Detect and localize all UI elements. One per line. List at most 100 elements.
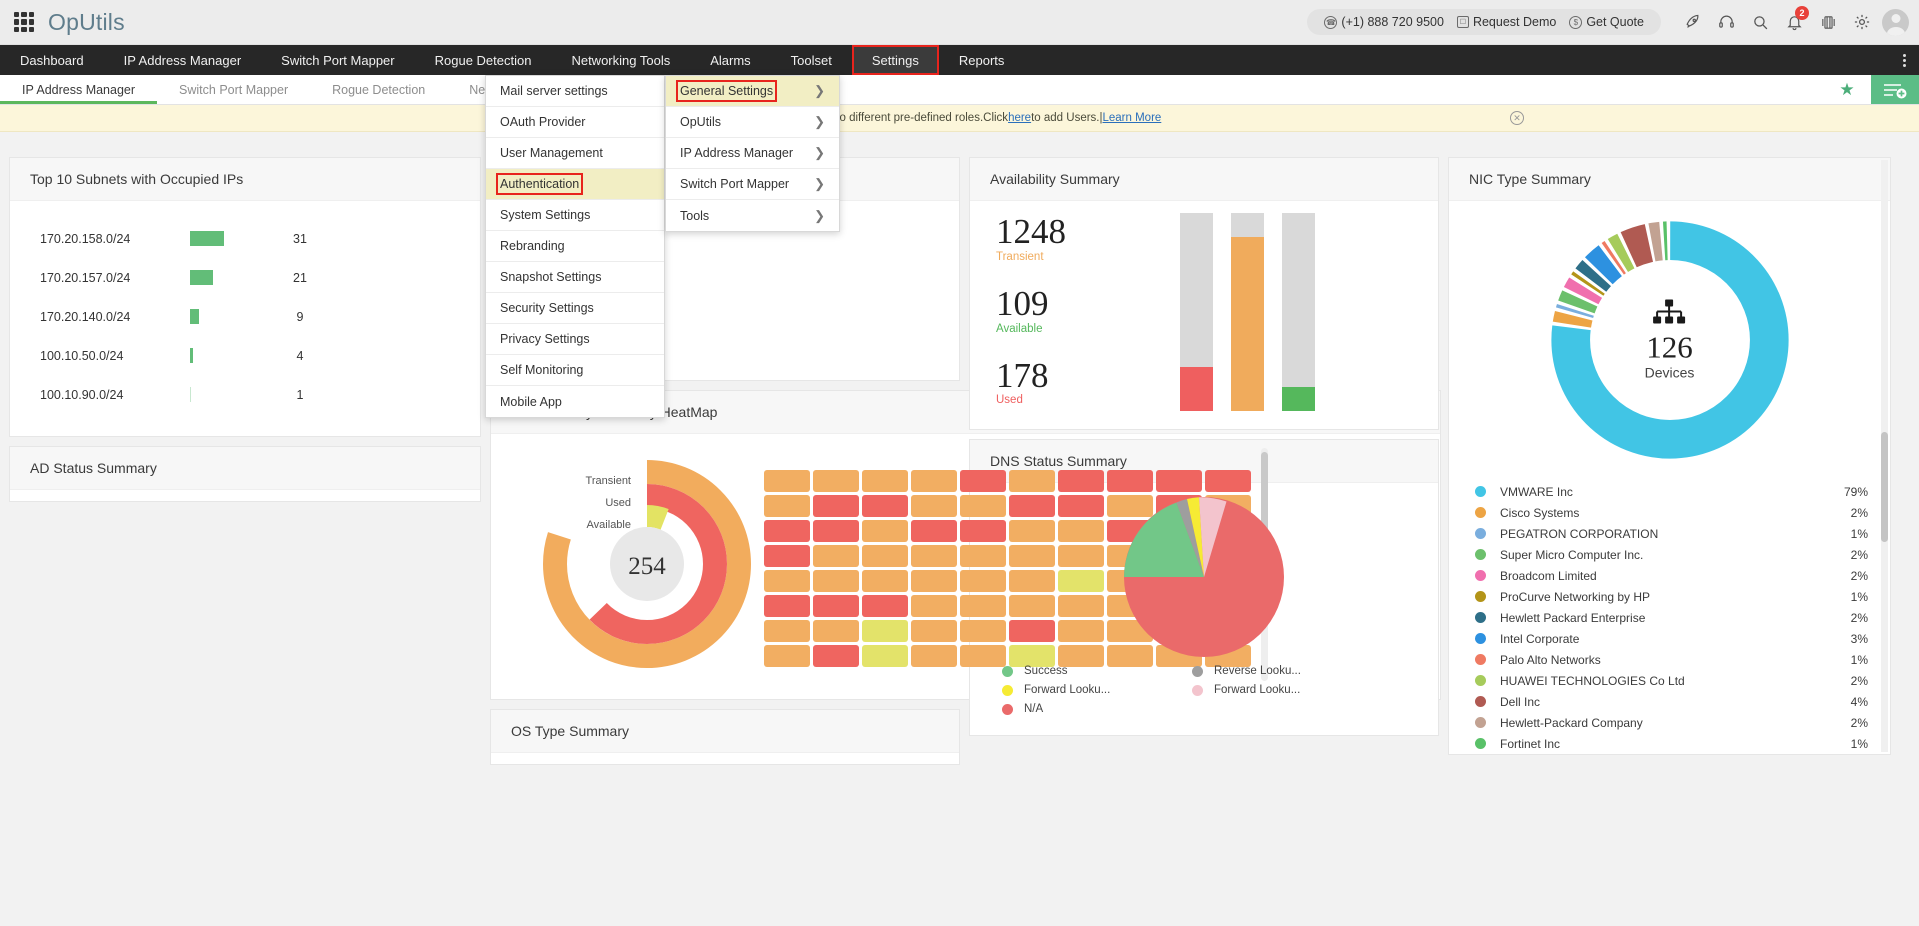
menu-item-system-settings[interactable]: System Settings xyxy=(486,200,664,231)
heatmap-cell[interactable] xyxy=(764,520,810,542)
submenu-item-oputils[interactable]: OpUtils ❯ xyxy=(666,107,839,138)
heatmap-cell[interactable] xyxy=(764,495,810,517)
nav-item-dashboard[interactable]: Dashboard xyxy=(0,45,104,75)
heatmap-cell[interactable] xyxy=(813,620,859,642)
heatmap-cell[interactable] xyxy=(813,595,859,617)
menu-item-authentication[interactable]: Authentication xyxy=(486,169,664,200)
heatmap-cell[interactable] xyxy=(813,495,859,517)
nav-item-networking-tools[interactable]: Networking Tools xyxy=(551,45,690,75)
heatmap-cell[interactable] xyxy=(911,595,957,617)
list-item[interactable]: PEGATRON CORPORATION 1% xyxy=(1449,523,1890,544)
apps-grid-icon[interactable] xyxy=(14,12,34,32)
close-banner-icon[interactable]: ✕ xyxy=(1510,111,1524,125)
heatmap-cell[interactable] xyxy=(764,620,810,642)
table-row[interactable]: 100.10.50.0/24 4 xyxy=(10,336,480,375)
submenu-item-general-settings[interactable]: General Settings ❯ xyxy=(666,76,839,107)
bar-available[interactable] xyxy=(1282,213,1315,411)
menu-item-user-management[interactable]: User Management xyxy=(486,138,664,169)
submenu-item-tools[interactable]: Tools ❯ xyxy=(666,200,839,231)
heatmap-cell[interactable] xyxy=(862,470,908,492)
list-item[interactable]: HUAWEI TECHNOLOGIES Co Ltd 2% xyxy=(1449,670,1890,691)
search-icon[interactable] xyxy=(1743,5,1777,39)
heatmap-cell[interactable] xyxy=(911,570,957,592)
heatmap-cell[interactable] xyxy=(862,620,908,642)
list-item[interactable]: Dell Inc 4% xyxy=(1449,691,1890,712)
rocket-icon[interactable] xyxy=(1675,5,1709,39)
heatmap-cell[interactable] xyxy=(911,520,957,542)
heatmap-cell[interactable] xyxy=(911,495,957,517)
list-item[interactable]: Hewlett-Packard Company 2% xyxy=(1449,712,1890,733)
nav-item-ip-address-manager[interactable]: IP Address Manager xyxy=(104,45,262,75)
legend-item-success[interactable]: Success xyxy=(1002,665,1192,677)
nav-item-alarms[interactable]: Alarms xyxy=(690,45,770,75)
menu-item-rebranding[interactable]: Rebranding xyxy=(486,231,664,262)
heatmap-cell[interactable] xyxy=(764,645,810,667)
banner-here-link[interactable]: here xyxy=(1008,112,1031,124)
bar-transient[interactable] xyxy=(1231,213,1264,411)
heatmap-cell[interactable] xyxy=(813,645,859,667)
list-item[interactable]: Cisco Systems 2% xyxy=(1449,502,1890,523)
heatmap-cell[interactable] xyxy=(862,595,908,617)
heatmap-cell[interactable] xyxy=(862,545,908,567)
heatmap-cell[interactable] xyxy=(862,520,908,542)
heatmap-cell[interactable] xyxy=(764,570,810,592)
heatmap-cell[interactable] xyxy=(911,645,957,667)
notification-bell-icon[interactable]: 2 xyxy=(1777,5,1811,39)
heatmap-cell[interactable] xyxy=(911,470,957,492)
menu-item-oauth-provider[interactable]: OAuth Provider xyxy=(486,107,664,138)
nav-item-toolset[interactable]: Toolset xyxy=(771,45,852,75)
heatmap-cell[interactable] xyxy=(911,620,957,642)
table-row[interactable]: 170.20.158.0/24 31 xyxy=(10,219,480,258)
dns-pie-chart[interactable] xyxy=(1124,497,1284,657)
nav-item-settings[interactable]: Settings xyxy=(851,45,939,75)
nav-overflow-menu-icon[interactable] xyxy=(1889,45,1919,75)
nav-item-rogue-detection[interactable]: Rogue Detection xyxy=(415,45,552,75)
nav-item-switch-port-mapper[interactable]: Switch Port Mapper xyxy=(261,45,414,75)
user-avatar-icon[interactable] xyxy=(1882,8,1909,36)
menu-item-snapshot-settings[interactable]: Snapshot Settings xyxy=(486,262,664,293)
list-item[interactable]: VMWARE Inc 79% xyxy=(1449,481,1890,502)
heatmap-cell[interactable] xyxy=(764,545,810,567)
nic-scrollbar[interactable] xyxy=(1881,160,1888,752)
heatmap-cell[interactable] xyxy=(862,570,908,592)
list-item[interactable]: Fortinet Inc 1% xyxy=(1449,733,1890,754)
menu-item-security-settings[interactable]: Security Settings xyxy=(486,293,664,324)
subnav-item-switch-port-mapper[interactable]: Switch Port Mapper xyxy=(157,75,310,104)
favorite-star-icon[interactable]: ★ xyxy=(1823,75,1871,104)
heatmap-cell[interactable] xyxy=(813,570,859,592)
table-row[interactable]: 100.10.90.0/24 1 xyxy=(10,375,480,414)
heatmap-cell[interactable] xyxy=(764,595,810,617)
get-quote-button[interactable]: $ Get Quote xyxy=(1564,15,1649,29)
subnav-item-rogue-detection[interactable]: Rogue Detection xyxy=(310,75,447,104)
list-item[interactable]: Broadcom Limited 2% xyxy=(1449,565,1890,586)
menu-item-privacy-settings[interactable]: Privacy Settings xyxy=(486,324,664,355)
legend-item-forward-lookup-1[interactable]: Forward Looku... xyxy=(1002,684,1192,696)
settings-primary-menu[interactable]: Mail server settings OAuth Provider User M… xyxy=(485,75,665,418)
heatmap-cell[interactable] xyxy=(813,545,859,567)
gear-settings-icon[interactable] xyxy=(1845,5,1879,39)
heatmap-cell[interactable] xyxy=(862,645,908,667)
phone-number[interactable]: ☎ (+1) 888 720 9500 xyxy=(1319,15,1449,29)
submenu-item-switch-port-mapper[interactable]: Switch Port Mapper ❯ xyxy=(666,169,839,200)
heatmap-cell[interactable] xyxy=(813,520,859,542)
table-row[interactable]: 170.20.157.0/24 21 xyxy=(10,258,480,297)
headset-support-icon[interactable] xyxy=(1709,5,1743,39)
menu-item-self-monitoring[interactable]: Self Monitoring xyxy=(486,355,664,386)
legend-item-forward-lookup-2[interactable]: Forward Looku... xyxy=(1192,684,1382,696)
heatmap-cell[interactable] xyxy=(911,545,957,567)
menu-item-mail-server-settings[interactable]: Mail server settings xyxy=(486,76,664,107)
heatmap-cell[interactable] xyxy=(813,470,859,492)
table-row[interactable]: 170.20.140.0/24 9 xyxy=(10,297,480,336)
legend-item-reverse-lookup[interactable]: Reverse Looku... xyxy=(1192,665,1382,677)
list-item[interactable]: Hewlett Packard Enterprise 2% xyxy=(1449,607,1890,628)
submenu-item-ip-address-manager[interactable]: IP Address Manager ❯ xyxy=(666,138,839,169)
banner-learn-more-link[interactable]: Learn More xyxy=(1102,112,1161,124)
heatmap-cell[interactable] xyxy=(862,495,908,517)
subnav-item-ip-address-manager[interactable]: IP Address Manager xyxy=(0,75,158,104)
scroll-thumb[interactable] xyxy=(1881,432,1888,543)
request-demo-button[interactable]: ☐ Request Demo xyxy=(1452,15,1561,29)
settings-secondary-menu[interactable]: General Settings ❯ OpUtils ❯ IP Address Mana… xyxy=(665,75,840,232)
list-item[interactable]: Intel Corporate 3% xyxy=(1449,628,1890,649)
menu-item-mobile-app[interactable]: Mobile App xyxy=(486,386,664,417)
nav-item-reports[interactable]: Reports xyxy=(939,45,1025,75)
